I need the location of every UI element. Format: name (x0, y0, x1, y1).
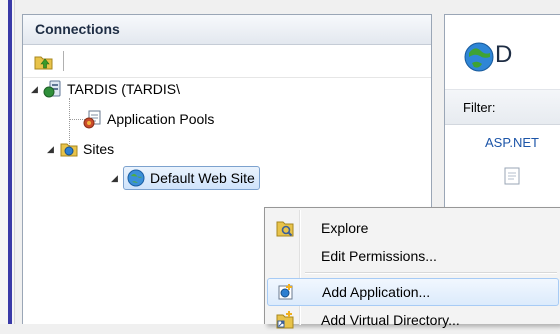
globe-icon (463, 41, 495, 73)
toolbar-separator (63, 51, 64, 71)
feature-icon[interactable] (501, 165, 523, 187)
menu-separator (305, 272, 557, 274)
filter-bar: Filter: (445, 89, 560, 125)
menu-item-label: Explore (321, 220, 369, 236)
tree-node-application-pools[interactable]: Application Pools (83, 108, 214, 130)
menu-item-add-application[interactable]: Add Application... (267, 278, 559, 306)
collapse-arrow-icon[interactable]: ◢ (31, 84, 43, 95)
up-folder-icon[interactable] (33, 51, 55, 71)
connections-panel-title: Connections (23, 15, 431, 45)
tree-node-sites[interactable]: ◢ Sites (47, 138, 114, 160)
server-icon (43, 79, 63, 99)
menu-item-label: Edit Permissions... (321, 248, 437, 264)
tree-label-default-web-site: Default Web Site (150, 170, 255, 186)
application-pools-icon (83, 109, 103, 129)
feature-group-label[interactable]: ASP.NET (485, 135, 539, 150)
website-globe-icon (126, 168, 146, 188)
tree-node-default-web-site[interactable]: ◢ Default Web Site (111, 166, 260, 190)
add-application-icon (276, 282, 296, 302)
context-menu: Explore Edit Permissions... Add Applicat… (264, 207, 560, 329)
window-left-edge (0, 0, 15, 324)
connections-toolbar (23, 45, 431, 78)
filter-label: Filter: (463, 100, 496, 115)
tree-label-application-pools: Application Pools (107, 111, 215, 127)
tree-node-server[interactable]: ◢ TARDIS (TARDIS\ (31, 78, 180, 100)
collapse-arrow-icon[interactable]: ◢ (47, 144, 59, 155)
add-virtual-directory-icon (275, 310, 295, 330)
menu-item-label: Add Application... (322, 284, 431, 300)
menu-item-explore[interactable]: Explore (267, 214, 559, 242)
menu-item-label: Add Virtual Directory... (321, 312, 460, 328)
page-title: D (495, 41, 513, 68)
tree-label-server: TARDIS (TARDIS\ (67, 81, 181, 97)
explore-folder-icon (275, 218, 295, 238)
selected-node-highlight[interactable]: Default Web Site (123, 166, 260, 190)
menu-item-edit-permissions[interactable]: Edit Permissions... (267, 242, 559, 270)
sites-folder-icon (59, 139, 79, 159)
menu-item-add-virtual-directory[interactable]: Add Virtual Directory... (267, 306, 559, 334)
collapse-arrow-icon[interactable]: ◢ (111, 173, 123, 184)
tree-label-sites: Sites (83, 141, 115, 157)
edge-stripe (8, 0, 12, 324)
